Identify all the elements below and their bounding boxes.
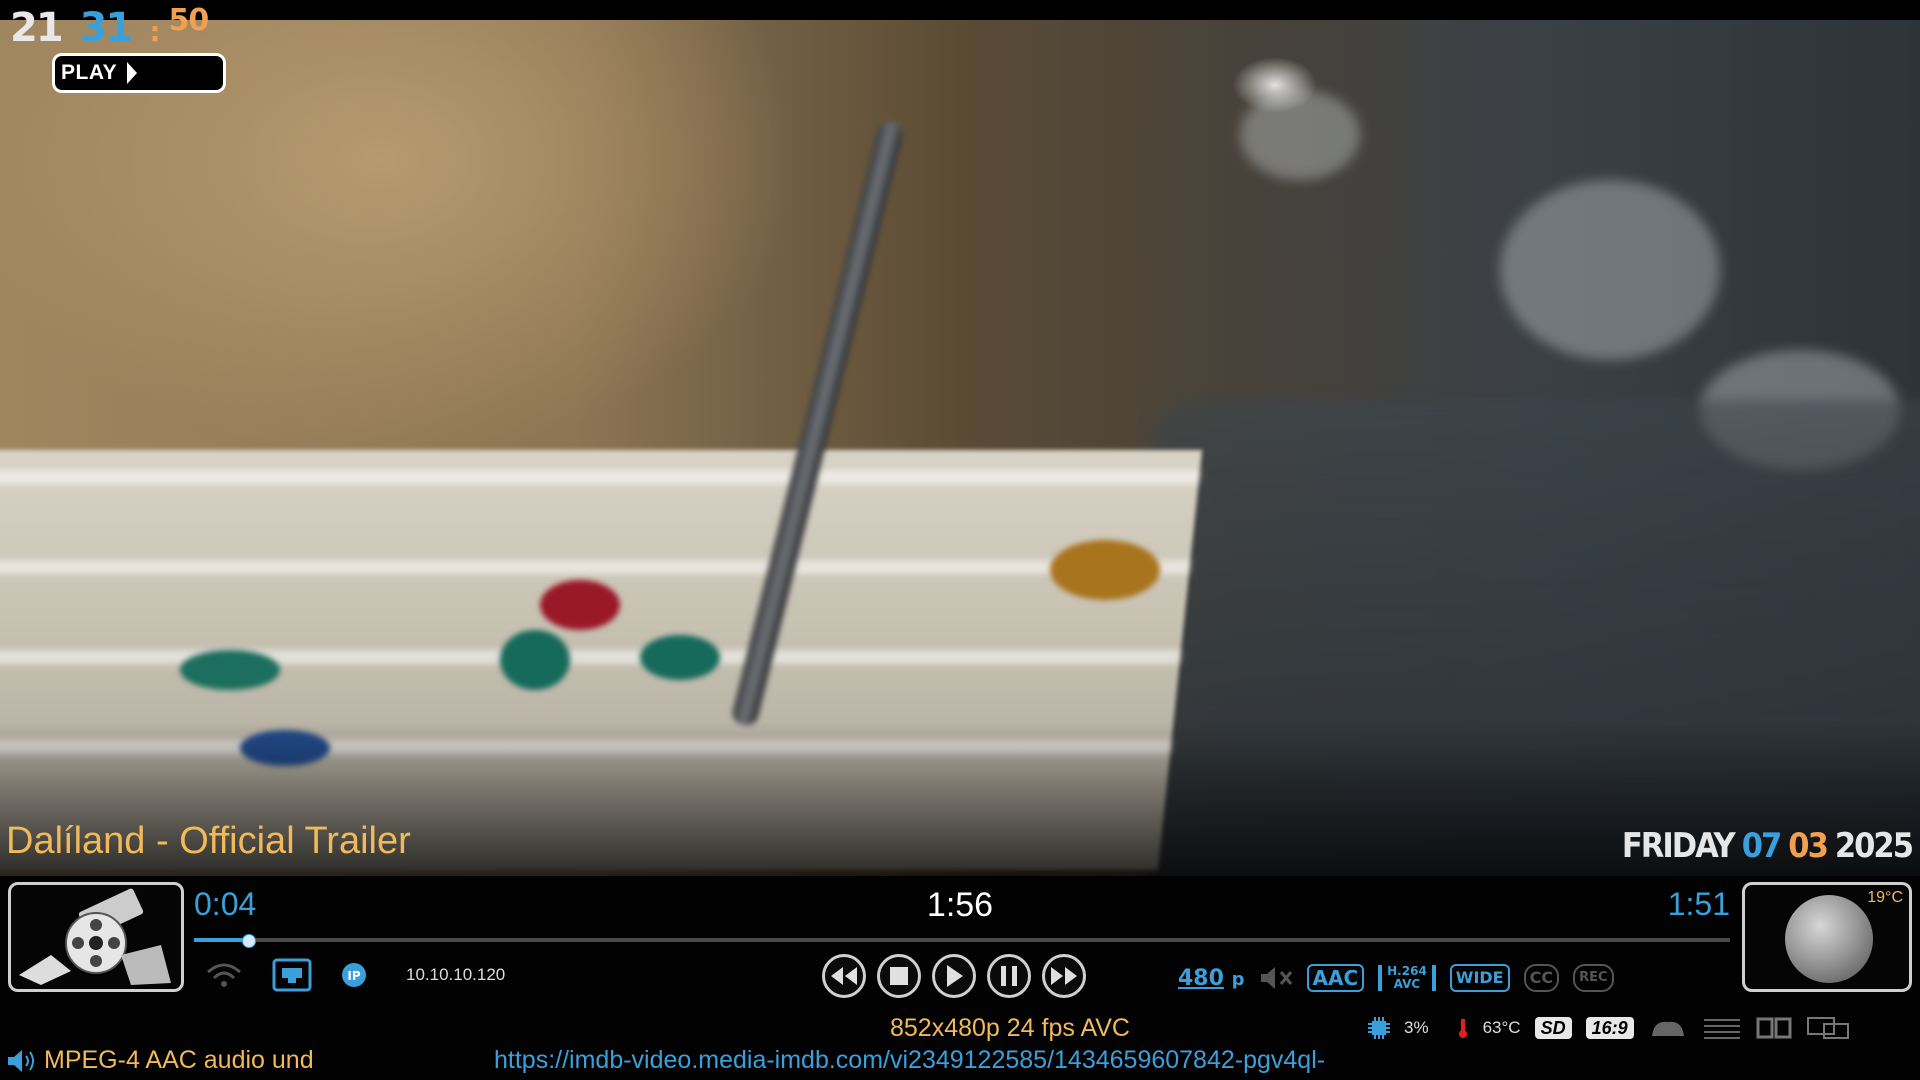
play-status-box: PLAY <box>52 53 226 93</box>
video-info: 852x480p 24 fps AVC <box>890 1014 1130 1042</box>
digital-clock: 21 31 : 50 <box>10 0 210 52</box>
date-month: 03 <box>1788 826 1829 866</box>
rewind-icon <box>831 967 857 985</box>
stop-icon <box>890 967 908 985</box>
book-icon <box>1756 1017 1792 1039</box>
clock-second: 50 <box>168 3 210 38</box>
system-status-row: 3% 63°C SD 16:9 <box>1368 1016 1850 1040</box>
elapsed-time: 0:04 <box>194 886 257 922</box>
paint-blob <box>1050 540 1160 600</box>
fast-forward-icon <box>1051 967 1077 985</box>
rec-badge: REC <box>1573 964 1614 992</box>
play-button[interactable] <box>932 954 976 998</box>
ip-address: 10.10.10.120 <box>406 965 506 984</box>
aspect-ratio-badge: 16:9 <box>1585 1017 1634 1039</box>
paint-blob <box>180 650 280 690</box>
total-duration: 1:56 <box>926 886 994 924</box>
sd-badge: SD <box>1534 1017 1572 1039</box>
video-codec-bottom: AVC <box>1393 977 1421 991</box>
rewind-button[interactable] <box>822 954 866 998</box>
play-status-label: PLAY <box>61 61 118 84</box>
video-frame[interactable] <box>0 20 1920 880</box>
speaker-icon <box>8 1049 34 1072</box>
controller-icon <box>1651 1021 1684 1036</box>
menu-lines-icon <box>1703 1019 1740 1039</box>
stop-button[interactable] <box>877 954 921 998</box>
play-arrow-icon <box>127 62 138 84</box>
film-reel-icon <box>19 888 171 985</box>
transport-controls <box>822 954 1086 998</box>
fast-forward-button[interactable] <box>1042 954 1086 998</box>
media-title: Dalíland - Official Trailer <box>6 820 411 862</box>
seek-bar[interactable] <box>194 934 1730 948</box>
resolution-suffix: p <box>1231 968 1245 990</box>
media-flags: 480 p AAC H.264 AVC WIDE CC REC <box>1178 964 1614 992</box>
cpu-temperature: 63°C <box>1482 1018 1521 1037</box>
paint-blob <box>500 630 570 690</box>
display-icon <box>1806 1017 1849 1039</box>
date-display: FRIDAY 07 03 2025 <box>1621 826 1914 866</box>
cpu-icon <box>1368 1017 1390 1039</box>
seek-progress <box>194 938 248 942</box>
date-year: 2025 <box>1834 826 1914 866</box>
widescreen-badge: WIDE <box>1449 964 1510 992</box>
weather-widget: 19°C <box>1742 882 1912 992</box>
date-day: 07 <box>1741 826 1783 866</box>
bokeh-light <box>1500 180 1720 360</box>
paint-blob <box>640 635 720 680</box>
audio-info-row: MPEG-4 AAC audio und <box>6 1046 314 1075</box>
clock-hour: 21 <box>10 5 64 51</box>
top-letterbox <box>0 0 1920 20</box>
stream-url: https://imdb-video.media-imdb.com/vi2349… <box>494 1046 1326 1074</box>
moon-icon <box>1785 895 1873 983</box>
audio-muted-icon <box>1260 967 1292 989</box>
bokeh-light <box>1240 90 1360 180</box>
resolution-badge: 480 p <box>1178 966 1245 991</box>
ethernet-icon <box>272 958 312 992</box>
cpu-usage: 3% <box>1404 1018 1429 1037</box>
pause-button[interactable] <box>987 954 1031 998</box>
wifi-icon <box>207 963 241 987</box>
audio-codec-badge: AAC <box>1306 964 1365 992</box>
media-thumbnail <box>8 882 184 992</box>
paint-blob <box>540 580 620 630</box>
cc-badge: CC <box>1523 964 1560 992</box>
network-status-row: IP 10.10.10.120 <box>204 958 505 992</box>
thermometer-icon <box>1458 1019 1467 1038</box>
clock-minute: 31 <box>79 5 134 51</box>
video-codec-badge: H.264 AVC <box>1378 965 1436 991</box>
pause-icon <box>1001 966 1017 986</box>
weather-temp: 19°C <box>1867 889 1903 906</box>
audio-info: MPEG-4 AAC audio und <box>44 1046 314 1074</box>
date-weekday: FRIDAY <box>1621 826 1736 866</box>
remaining-time: 1:51 <box>1667 886 1730 922</box>
ip-icon: IP <box>342 963 366 987</box>
play-icon <box>947 965 963 987</box>
svg-text:IP: IP <box>347 969 360 983</box>
seek-handle[interactable] <box>241 934 256 948</box>
resolution-value: 480 <box>1178 965 1224 991</box>
